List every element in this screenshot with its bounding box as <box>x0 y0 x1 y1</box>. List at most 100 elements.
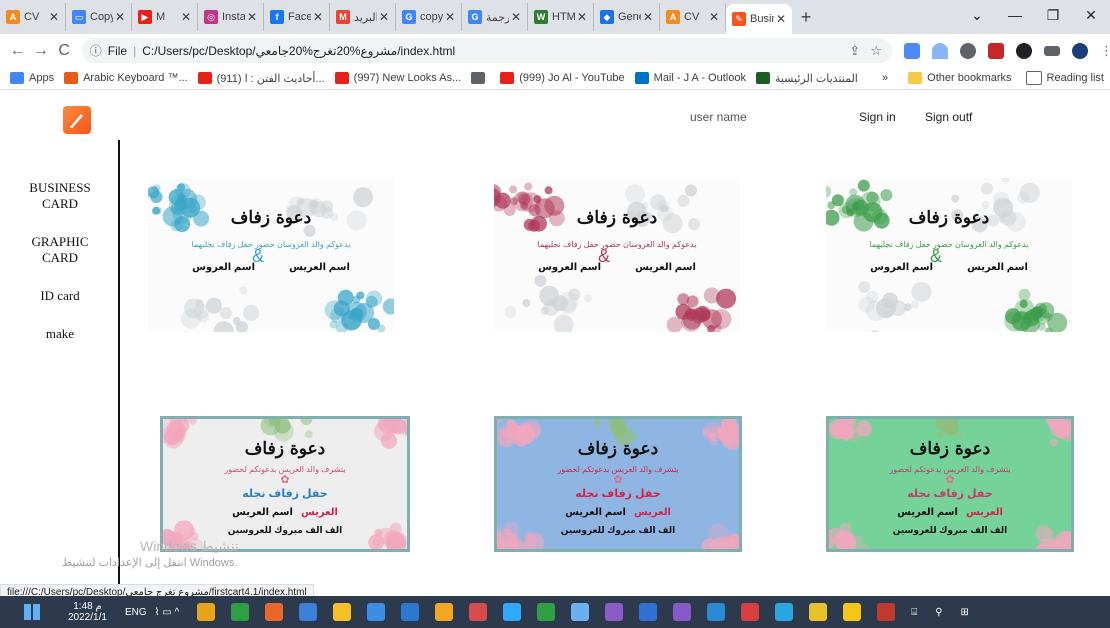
groom-name: اسم العريس <box>967 262 1028 273</box>
translate-extension-icon[interactable] <box>903 42 920 59</box>
bookmark-star-icon[interactable]: ☆ <box>870 43 882 59</box>
new-tab-button[interactable]: + <box>792 3 820 31</box>
taskbar-app-icon[interactable] <box>333 603 352 621</box>
system-tray-icons[interactable]: ⌇ ▭ ^ <box>155 607 180 618</box>
clock-time[interactable]: 1:48 م 2022/1/1 <box>68 601 107 623</box>
taskbar-app-icon[interactable] <box>877 603 896 621</box>
share-icon[interactable]: ⇪ <box>849 43 860 59</box>
task-view-icon[interactable]: ⌸ <box>911 607 917 618</box>
browser-tab[interactable]: ◎ Insta ✕ <box>198 3 264 31</box>
tab-close-icon[interactable]: ✕ <box>115 10 125 24</box>
browser-tab[interactable]: M البريد ✕ <box>330 3 396 31</box>
windows-start-icon[interactable]: ⊞ <box>961 607 969 618</box>
tab-close-icon[interactable]: ✕ <box>511 10 521 24</box>
bookmark-item[interactable]: المنتديات الرئيسية <box>755 72 858 85</box>
invitation-card-framed[interactable]: دعوة زفاف يتشرف والد العريس بدعوتكم لحضور… <box>494 416 742 552</box>
reading-list-button[interactable]: Reading list <box>1025 71 1104 85</box>
info-icon[interactable]: ⓘ <box>90 42 102 59</box>
bookmark-item[interactable] <box>471 72 490 84</box>
browser-tab[interactable]: ▭ Copy✕ <box>66 3 132 31</box>
sidebar-item-graphic-card[interactable]: GRAPHIC CARD <box>10 234 110 266</box>
sidebar-item-make[interactable]: make <box>10 326 110 342</box>
invitation-card-framed[interactable]: دعوة زفاف يتشرف والد العريس بدعوتكم لحضور… <box>160 416 410 552</box>
tab-close-icon[interactable]: ✕ <box>379 10 389 24</box>
address-bar[interactable]: ⓘ File | C:/Users/pc/Desktop/مشروع%20تغر… <box>81 38 892 63</box>
sidebar-item-business-card[interactable]: BUSINESS CARD <box>10 180 110 212</box>
invitation-card-floral[interactable]: دعوة زفاف يدعوكم والد العروسان حضور حفل ز… <box>826 178 1072 332</box>
bookmark-item[interactable]: Mail - J A - Outlook <box>634 72 746 84</box>
bookmark-item[interactable]: Apps <box>10 72 54 84</box>
taskbar-app-icon[interactable] <box>469 603 488 621</box>
browser-tab[interactable]: G ترجمة✕ <box>462 3 528 31</box>
clock-date-text: 2022/1/1 <box>68 612 107 623</box>
tab-close-icon[interactable]: ✕ <box>49 10 59 24</box>
tab-close-icon[interactable]: ✕ <box>181 10 191 24</box>
taskbar-app-icon[interactable] <box>741 603 760 621</box>
puzzle-extension-icon[interactable] <box>1015 42 1032 59</box>
shield-extension-icon[interactable] <box>959 42 976 59</box>
taskbar-app-icon[interactable] <box>367 603 386 621</box>
browser-tab[interactable]: f Faceb✕ <box>264 3 330 31</box>
taskbar-app-icon[interactable] <box>537 603 556 621</box>
flag-extension-icon[interactable] <box>987 42 1004 59</box>
language-indicator[interactable]: ENG <box>125 607 147 618</box>
browser-tab[interactable]: Gcopy ✕ <box>396 3 462 31</box>
taskbar-app-icon[interactable] <box>197 603 216 621</box>
back-button[interactable]: ← <box>6 42 29 60</box>
bookmark-item[interactable]: (997) New Looks As... <box>334 72 461 84</box>
taskbar-app-icon[interactable] <box>605 603 624 621</box>
bookmark-item[interactable]: Arabic Keyboard ™... <box>64 72 188 84</box>
sidebar-item-id-card[interactable]: ID card <box>10 288 110 304</box>
bookmarks-overflow-button[interactable]: » <box>882 72 888 84</box>
menu-kebab-icon[interactable]: ⋮ <box>1100 43 1110 59</box>
taskbar-app-icon[interactable] <box>707 603 726 621</box>
profile-avatar[interactable] <box>1071 42 1088 59</box>
start-button[interactable] <box>24 604 40 620</box>
taskbar-app-icon[interactable] <box>231 603 250 621</box>
site-logo[interactable] <box>63 106 91 134</box>
browser-tab[interactable]: W HTML✕ <box>528 3 594 31</box>
taskbar-app-icon[interactable] <box>843 603 862 621</box>
taskbar-app-icon[interactable] <box>639 603 658 621</box>
browser-tab[interactable]: A CV ✕ <box>660 3 726 31</box>
bookmark-item[interactable]: (911) أحاديث الفتن : ا... <box>197 72 325 85</box>
tab-title: Insta <box>222 11 245 23</box>
sign-in-link[interactable]: Sign in <box>859 110 896 124</box>
taskbar-app-icon[interactable] <box>401 603 420 621</box>
taskbar-app-icon[interactable] <box>673 603 692 621</box>
browser-tab[interactable]: ▶ M ✕ <box>132 3 198 31</box>
tab-close-icon[interactable]: ✕ <box>709 10 719 24</box>
minimize-button[interactable]: — <box>996 0 1034 30</box>
reload-button[interactable]: C <box>53 42 76 60</box>
bookmark-item[interactable]: (999) Jo Al - YouTube <box>500 72 625 84</box>
browser-tab[interactable]: ◆ Gene✕ <box>594 3 660 31</box>
close-window-button[interactable]: ✕ <box>1072 0 1110 30</box>
sign-out-link[interactable]: Sign outf <box>925 110 972 124</box>
tab-close-icon[interactable]: ✕ <box>313 10 323 24</box>
taskbar-app-icon[interactable] <box>299 603 318 621</box>
tab-close-icon[interactable]: ✕ <box>247 10 257 24</box>
taskbar-app-icon[interactable] <box>775 603 794 621</box>
tab-close-icon[interactable]: ✕ <box>577 10 587 24</box>
invitation-card-framed[interactable]: دعوة زفاف يتشرف والد العريس بدعوتكم لحضور… <box>826 416 1074 552</box>
floral-decoration-image <box>826 178 1068 332</box>
taskbar-app-icon[interactable] <box>571 603 590 621</box>
tab-close-icon[interactable]: ✕ <box>776 12 786 26</box>
browser-tab[interactable]: A CV ✕ <box>0 3 66 31</box>
search-icon[interactable]: ⚲ <box>935 607 942 618</box>
invitation-card-floral[interactable]: دعوة زفاف يدعوكم والد العروسان حضور حفل ز… <box>494 178 740 332</box>
taskbar-app-icon[interactable] <box>809 603 828 621</box>
tab-close-icon[interactable]: ✕ <box>445 10 455 24</box>
taskbar-app-icon[interactable] <box>435 603 454 621</box>
other-bookmarks-folder[interactable]: Other bookmarks <box>908 72 1012 84</box>
invitation-card-floral[interactable]: دعوة زفاف يدعوكم والد العروسان حضور حفل ز… <box>148 178 394 332</box>
tab-search-icon[interactable]: ⌄ <box>958 0 996 30</box>
restore-button[interactable]: ❐ <box>1034 0 1072 30</box>
vpn-extension-icon[interactable] <box>931 42 948 59</box>
browser-tab-active[interactable]: ✎ Busin✕ <box>726 4 792 34</box>
forward-button[interactable]: → <box>29 42 52 60</box>
playlist-icon[interactable] <box>1043 45 1060 56</box>
tab-close-icon[interactable]: ✕ <box>643 10 653 24</box>
taskbar-app-icon[interactable] <box>503 603 522 621</box>
taskbar-app-icon[interactable] <box>265 603 284 621</box>
